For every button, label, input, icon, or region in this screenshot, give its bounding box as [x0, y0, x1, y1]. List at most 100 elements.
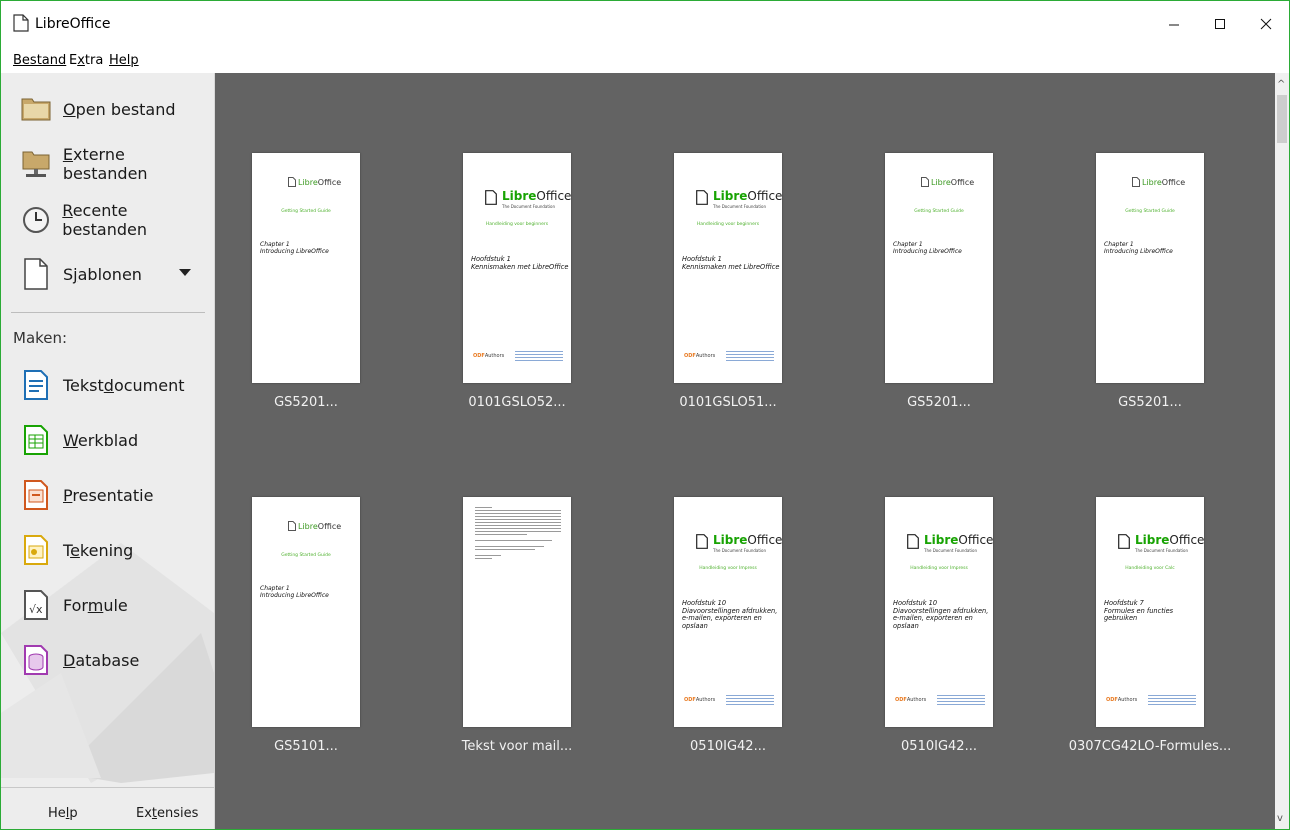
menu-tools[interactable]: Extra	[69, 53, 103, 68]
recent-files-button[interactable]: Recente bestanden	[19, 200, 214, 240]
dropdown-triangle-icon[interactable]	[179, 269, 191, 277]
thumbnail-filename: GS5201...	[274, 395, 338, 410]
recent-document-thumbnail[interactable]: LibreOffice The Document Foundation Handle…	[1059, 497, 1259, 767]
document-logo-icon	[696, 189, 708, 205]
odfauthors-logo: ODFAuthors	[473, 353, 505, 359]
document-preview: LibreOffice The Document Foundation Handle…	[885, 497, 993, 727]
document-preview	[463, 497, 571, 727]
document-chapter-heading: Hoofdstuk 1 Kennismaken met LibreOffice	[471, 255, 568, 271]
document-chapter-heading: Chapter 1 Introducing LibreOffice	[260, 241, 329, 255]
recent-document-thumbnail[interactable]: LibreOffice The Document Foundation Handle…	[637, 497, 837, 767]
recent-document-thumbnail[interactable]: LibreOffice Getting Started Guide Chapter …	[215, 497, 415, 767]
chapter-line: gebruiken	[1104, 614, 1138, 622]
document-subtitle: Getting Started Guide	[281, 209, 331, 214]
remote-files-button[interactable]: Externe bestanden	[19, 144, 214, 184]
minimize-button[interactable]	[1151, 9, 1197, 39]
document-chapter-heading: Chapter 1 Introducing LibreOffice	[1104, 241, 1173, 255]
document-logo-icon	[485, 189, 497, 205]
libreoffice-brand-logo: LibreOffice The Document Foundation	[1118, 529, 1204, 553]
help-button[interactable]: Help	[48, 806, 78, 821]
document-logo-icon	[1118, 533, 1130, 549]
draw-icon	[19, 532, 53, 568]
open-file-button[interactable]: Open bestand	[19, 89, 176, 129]
title-bar[interactable]: LibreOffice	[1, 1, 1289, 47]
document-preview: LibreOffice The Document Foundation Handle…	[674, 153, 782, 383]
base-icon	[19, 642, 53, 678]
document-chapter-heading: Chapter 1 Introducing LibreOffice	[893, 241, 962, 255]
document-chapter-heading: Hoofdstuk 7 Formules en functies gebruiken	[1104, 599, 1173, 623]
create-base-button[interactable]: Database	[19, 640, 139, 680]
document-subtitle: Handleiding voor beginners	[696, 222, 760, 227]
chapter-line: Introducing LibreOffice	[260, 592, 329, 599]
footer-text-lines	[1148, 695, 1196, 707]
create-impress-button[interactable]: Presentatie	[19, 475, 153, 515]
create-writer-button[interactable]: Tekstdocument	[19, 365, 185, 405]
thumbnail-filename: 0307CG42LO-Formules...	[1068, 739, 1232, 754]
libreoffice-brand-logo: LibreOffice	[921, 177, 974, 187]
recent-document-thumbnail[interactable]: LibreOffice Getting Started Guide Chapter …	[848, 153, 1048, 423]
create-math-button[interactable]: √x Formule	[19, 585, 128, 625]
create-calc-button[interactable]: Werkblad	[19, 420, 138, 460]
document-logo-icon	[288, 521, 296, 531]
svg-text:√x: √x	[29, 603, 43, 616]
thumbnail-filename: GS5201...	[1118, 395, 1182, 410]
document-chapter-heading: Hoofdstuk 10 Diavoorstellingen afdrukken,…	[682, 599, 777, 630]
document-preview: LibreOffice Getting Started Guide Chapter …	[252, 153, 360, 383]
app-window: LibreOffice Bestand Extra Help Open best…	[0, 0, 1290, 830]
document-subtitle: Getting Started Guide	[1125, 209, 1175, 214]
recent-document-thumbnail[interactable]: LibreOffice Getting Started Guide Chapter …	[1059, 153, 1259, 423]
vertical-scrollbar[interactable]: ^ v	[1275, 73, 1289, 829]
document-logo-icon	[288, 177, 296, 187]
calc-label: Werkblad	[63, 430, 139, 450]
menu-help[interactable]: Help	[109, 53, 139, 68]
footer-text-lines	[726, 695, 774, 707]
odfauthors-logo: ODFAuthors	[684, 697, 716, 703]
recent-documents-panel: LibreOffice Getting Started Guide Chapter …	[215, 73, 1275, 829]
math-icon: √x	[19, 587, 53, 623]
chapter-line: Chapter 1	[1104, 241, 1134, 248]
recent-document-thumbnail[interactable]: LibreOffice The Document Foundation Handle…	[637, 153, 837, 423]
scroll-thumb[interactable]	[1277, 95, 1287, 143]
recent-document-thumbnail[interactable]: LibreOffice Getting Started Guide Chapter …	[215, 153, 415, 423]
sidebar-separator	[11, 312, 205, 313]
document-subtitle: Handleiding voor beginners	[485, 222, 549, 227]
document-preview: LibreOffice The Document Foundation Handle…	[1096, 497, 1204, 727]
thumbnail-filename: 0510IG42...	[901, 739, 977, 754]
libreoffice-brand-logo: LibreOffice The Document Foundation	[696, 529, 782, 553]
close-button[interactable]	[1243, 9, 1289, 39]
odfauthors-logo: ODFAuthors	[1106, 697, 1138, 703]
recent-document-thumbnail[interactable]: Tekst voor mail...	[426, 497, 626, 767]
scroll-down-icon[interactable]: v	[1277, 813, 1283, 824]
extensions-button[interactable]: Extensies	[136, 806, 198, 821]
remote-folder-icon	[19, 146, 53, 182]
writer-label: Tekstdocument	[63, 375, 185, 395]
odfauthors-logo: ODFAuthors	[895, 697, 927, 703]
document-logo-icon	[696, 533, 708, 549]
writer-icon	[19, 367, 53, 403]
document-preview: LibreOffice The Document Foundation Handle…	[463, 153, 571, 383]
document-subtitle: Handleiding voor Impress	[910, 566, 968, 571]
templates-button[interactable]: Sjablonen	[19, 254, 199, 294]
menu-bar: Bestand Extra Help	[1, 47, 1289, 74]
chapter-line: Introducing LibreOffice	[1104, 248, 1173, 255]
recent-document-thumbnail[interactable]: LibreOffice The Document Foundation Handle…	[426, 153, 626, 423]
menu-file[interactable]: Bestand	[13, 53, 66, 68]
libreoffice-brand-logo: LibreOffice	[288, 177, 341, 187]
document-subtitle: Getting Started Guide	[281, 553, 331, 558]
thumbnail-filename: 0101GSLO52...	[468, 395, 566, 410]
scroll-up-icon[interactable]: ^	[1277, 79, 1285, 90]
document-subtitle: Handleiding voor Impress	[699, 566, 757, 571]
create-draw-button[interactable]: Tekening	[19, 530, 133, 570]
chapter-line: opslaan	[893, 621, 919, 630]
recent-document-thumbnail[interactable]: LibreOffice The Document Foundation Handle…	[848, 497, 1048, 767]
libreoffice-brand-logo: LibreOffice	[1132, 177, 1185, 187]
chapter-line: Chapter 1	[260, 241, 290, 248]
maximize-button[interactable]	[1197, 9, 1243, 39]
folder-icon	[19, 91, 53, 127]
document-preview: LibreOffice Getting Started Guide Chapter …	[885, 153, 993, 383]
start-center-sidebar: Open bestand Externe bestanden Recente b…	[1, 73, 215, 829]
templates-label: Sjablonen	[63, 264, 142, 284]
footer-text-lines	[937, 695, 985, 707]
chapter-line: Chapter 1	[260, 585, 290, 592]
libreoffice-brand-logo: LibreOffice The Document Foundation	[485, 185, 571, 209]
